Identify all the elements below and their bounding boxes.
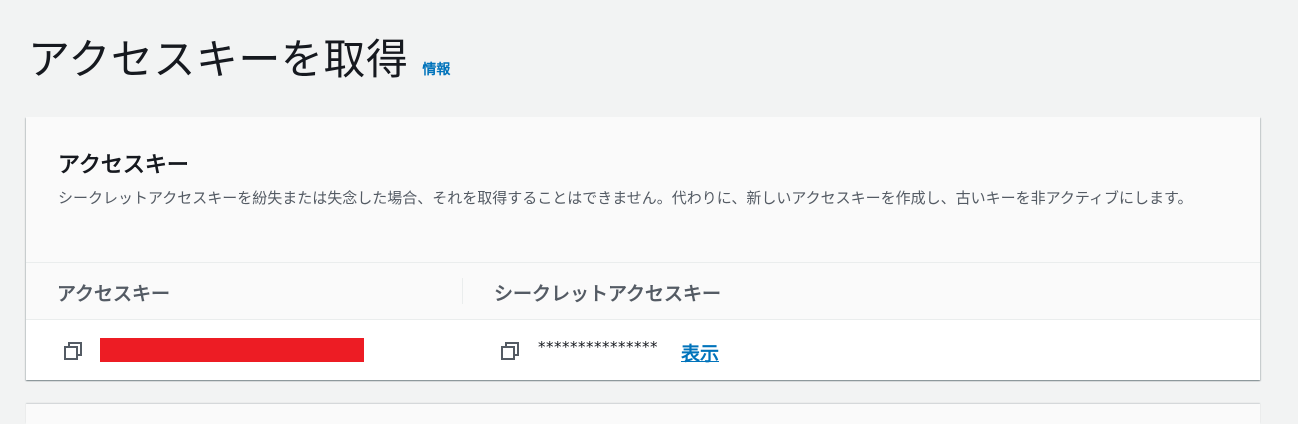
value-row: *************** 表示 bbox=[26, 320, 1260, 379]
access-key-redacted bbox=[100, 338, 364, 362]
panel-title: アクセスキー bbox=[58, 153, 189, 178]
column-header-access-key: アクセスキー bbox=[57, 283, 171, 305]
page-title: アクセスキーを取得 bbox=[28, 35, 409, 84]
next-panel bbox=[26, 404, 1260, 424]
column-divider bbox=[462, 278, 463, 304]
access-key-panel: アクセスキー シークレットアクセスキーを紛失または失念した場合、それを取得するこ… bbox=[26, 117, 1260, 380]
show-secret-link[interactable]: 表示 bbox=[681, 339, 719, 366]
column-header-secret-access-key: シークレットアクセスキー bbox=[494, 283, 722, 305]
copy-icon[interactable] bbox=[499, 340, 521, 362]
panel-header: アクセスキー シークレットアクセスキーを紛失または失念した場合、それを取得するこ… bbox=[26, 117, 1260, 263]
column-header-row: アクセスキー シークレットアクセスキー bbox=[26, 263, 1260, 320]
secret-access-key-masked: *************** bbox=[538, 338, 658, 356]
page-header: アクセスキーを取得 情報 bbox=[28, 26, 450, 87]
info-link[interactable]: 情報 bbox=[422, 59, 450, 79]
copy-icon[interactable] bbox=[62, 340, 84, 362]
panel-description: シークレットアクセスキーを紛失または失念した場合、それを取得することはできません… bbox=[58, 189, 1193, 207]
